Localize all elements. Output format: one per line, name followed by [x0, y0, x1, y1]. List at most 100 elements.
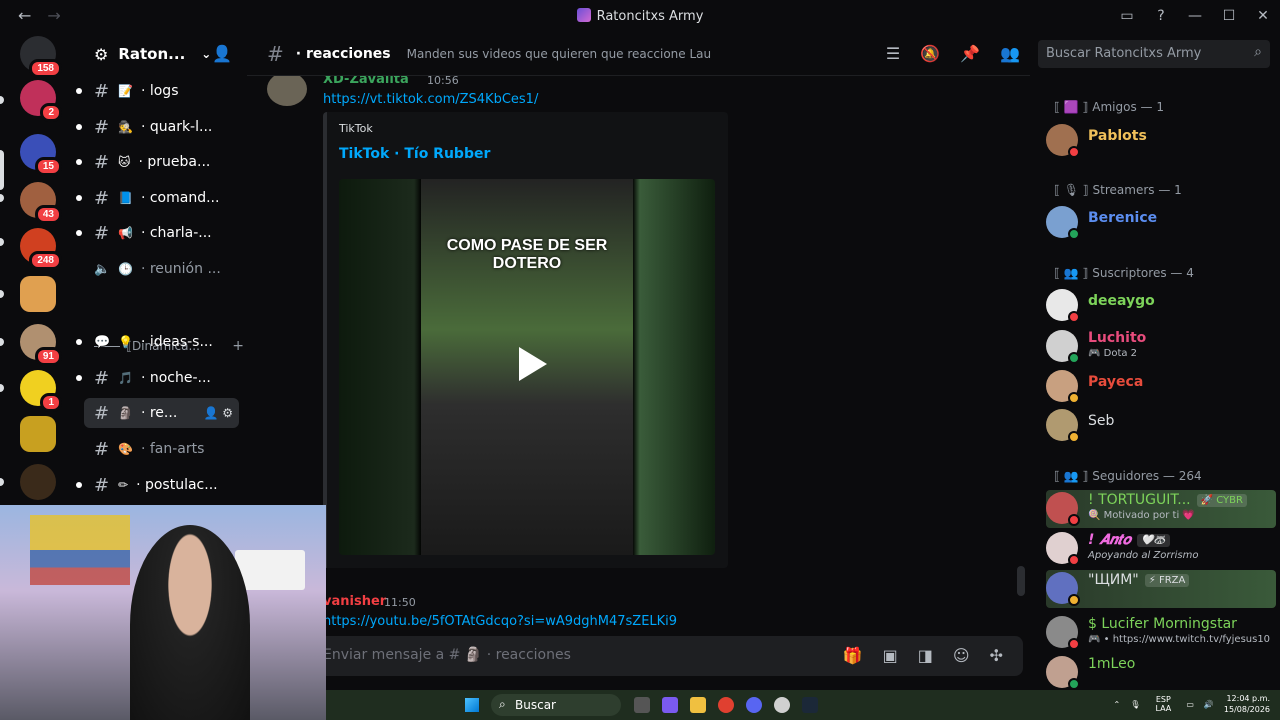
server-header[interactable]: ⚙ Raton... ⌄ 👤 — [72, 32, 247, 76]
channel-name: · reacciones — [295, 45, 391, 62]
channel-actions[interactable]: 👤 ⚙ — [203, 406, 233, 420]
server-name: Raton... — [118, 45, 186, 63]
gift-icon[interactable]: 🎁 — [843, 646, 863, 665]
channel-topic[interactable]: Manden sus videos que quieren que reacci… — [407, 47, 711, 61]
server-avatar[interactable]: 43 — [20, 182, 62, 224]
member-item[interactable]: Pablots — [1046, 122, 1276, 160]
help-icon[interactable]: ? — [1144, 8, 1178, 24]
play-icon[interactable] — [505, 339, 555, 389]
hash-icon: # — [94, 402, 110, 424]
language-indicator[interactable]: ESP LAA — [1150, 695, 1176, 713]
speaker-icon: 🔈 — [94, 261, 111, 277]
mention-badge: 2 — [40, 103, 62, 122]
server-avatar[interactable]: 248 — [20, 228, 62, 270]
copilot-icon[interactable] — [662, 697, 678, 713]
network-icon[interactable]: ▭ — [1186, 700, 1194, 709]
gif-icon[interactable]: ▣ — [883, 646, 898, 665]
microphone-icon[interactable]: 🎙 — [1130, 700, 1140, 709]
channel-prueba[interactable]: # 🐱 · prueba... — [84, 147, 239, 177]
apps-icon[interactable]: ✣ — [990, 646, 1003, 665]
server-avatar[interactable]: 2 — [20, 80, 62, 122]
member-item[interactable]: ! TORTUGUIT... 🚀 CYBR 🍭 Motivado por ti 💗 — [1046, 490, 1276, 528]
member-item[interactable]: Berenice — [1046, 204, 1276, 242]
embed-title[interactable]: TikTok · Tío Rubber — [339, 146, 490, 162]
pinned-messages-icon[interactable]: 📌 — [960, 44, 980, 63]
steam-icon[interactable] — [802, 697, 818, 713]
channel-charla[interactable]: # 📢 · charla-... — [84, 218, 239, 248]
hash-icon: # — [94, 116, 110, 138]
scrollbar[interactable] — [1017, 566, 1025, 596]
taskbar: ⌕ Buscar ⌃ 🎙 ESP LAA ▭ 🔊 12:04 p.m. 15/08/… — [326, 690, 1280, 720]
search-input[interactable]: Buscar Ratoncitxs Army ⌕ — [1038, 40, 1270, 68]
sticker-icon[interactable]: ◨ — [918, 646, 933, 665]
inbox-icon[interactable]: ▭ — [1110, 8, 1144, 24]
message-composer[interactable]: Enviar mensaje a # 🗿 · reacciones 🎁 ▣ ◨ … — [247, 636, 1023, 676]
voice-channel-reunion[interactable]: 🔈 🕒 · reunión ... — [84, 254, 239, 284]
message-author[interactable]: vanisher — [323, 594, 386, 609]
file-explorer-icon[interactable] — [690, 697, 706, 713]
channel-logs[interactable]: # 📝 · logs — [84, 76, 239, 106]
close-button[interactable]: ✕ — [1246, 8, 1280, 24]
composer-toolbar: 🎁 ▣ ◨ ☺ ✣ — [843, 646, 1003, 665]
notification-mute-icon[interactable]: 🔕 — [920, 44, 940, 63]
server-avatar[interactable]: 91 — [20, 324, 62, 366]
chevron-up-icon[interactable]: ⌃ — [1114, 700, 1121, 709]
volume-icon[interactable]: 🔊 — [1204, 700, 1214, 709]
avatar[interactable] — [267, 76, 307, 106]
server-avatar[interactable]: 15 — [20, 134, 62, 176]
task-view-icon[interactable] — [634, 697, 650, 713]
system-tray: ⌃ 🎙 ESP LAA ▭ 🔊 12:04 p.m. 15/08/2026 — [1114, 693, 1271, 715]
server-settings-icon: ⚙ — [94, 44, 109, 64]
video-player[interactable]: COMO PASE DE SER DOTERO — [339, 179, 715, 555]
guild-tag: 🚀 CYBR — [1196, 494, 1247, 507]
composer-placeholder: Enviar mensaje a # 🗿 · reacciones — [323, 647, 571, 663]
member-item[interactable]: $ Lucifer Morningstar 🎮 • https://www.twi… — [1046, 614, 1276, 652]
app-icon[interactable] — [774, 697, 790, 713]
channel-ideas[interactable]: 💬 💡 · ideas-s... — [84, 327, 239, 357]
webcam-overlay — [0, 505, 326, 720]
status-dnd-icon — [1068, 554, 1080, 566]
member-item[interactable]: Payeca — [1046, 368, 1276, 406]
window-title: Ratoncitxs Army — [0, 8, 1280, 24]
channel-comandos[interactable]: # 📘 · comand... — [84, 183, 239, 213]
channel-reacciones[interactable]: # 🗿 · re... 👤 ⚙ — [84, 398, 239, 428]
member-item[interactable]: "ЩИМ" ⚡ FRZA — [1046, 570, 1276, 608]
emoji-icon[interactable]: ☺ — [953, 646, 970, 665]
taskbar-search[interactable]: ⌕ Buscar — [491, 694, 621, 716]
invite-people-icon[interactable]: 👤 — [212, 44, 232, 63]
channel-noche[interactable]: # 🎵 · noche-... — [84, 363, 239, 393]
server-avatar[interactable]: 1 — [20, 370, 62, 412]
member-item[interactable]: Seb — [1046, 407, 1276, 445]
status-dnd-icon — [1068, 514, 1080, 526]
status-online-icon — [1068, 352, 1080, 364]
message-link[interactable]: https://vt.tiktok.com/ZS4KbCes1/ — [323, 92, 538, 107]
threads-icon[interactable]: ☰ — [886, 44, 900, 63]
channel-postulaciones[interactable]: # ✏ · postulac... — [84, 470, 239, 500]
hash-icon: # — [94, 474, 110, 496]
message-link[interactable]: https://youtu.be/5fOTAtGdcqo?si=wA9dghM4… — [323, 614, 677, 628]
member-item[interactable]: 1mLeo — [1046, 654, 1276, 688]
server-avatar[interactable] — [20, 416, 56, 452]
minimize-button[interactable]: — — [1178, 8, 1212, 24]
hash-icon: # — [94, 80, 110, 102]
member-item[interactable]: deeaygo — [1046, 287, 1276, 325]
member-category: ⟦ 👥 ⟧ Suscriptores — 4 — [1054, 266, 1194, 280]
channel-quark[interactable]: # 🕵 · quark-l... — [84, 112, 239, 142]
hash-icon: # — [94, 151, 110, 173]
server-avatar[interactable] — [20, 276, 56, 312]
discord-icon[interactable] — [746, 697, 762, 713]
maximize-button[interactable]: ☐ — [1212, 8, 1246, 24]
server-avatar[interactable] — [20, 464, 56, 500]
chrome-icon[interactable] — [718, 697, 734, 713]
member-item[interactable]: Luchito 🎮 Dota 2 — [1046, 328, 1276, 366]
clock[interactable]: 12:04 p.m. 15/08/2026 — [1224, 693, 1270, 715]
channel-fan-arts[interactable]: # 🎨 · fan-arts — [84, 434, 239, 464]
message-author[interactable]: XD-Zavalita — [323, 76, 409, 87]
member-list-icon[interactable]: 👥 — [1000, 44, 1020, 63]
member-item[interactable]: ! 𝑨𝒏𝒕𝒐 🤍🦝 Apoyando al Zorrismo — [1046, 530, 1276, 568]
guild-tag: 🤍🦝 — [1136, 534, 1170, 547]
discord-home-icon[interactable]: 158 — [20, 36, 62, 78]
header-toolbar: ☰ 🔕 📌 👥 — [886, 44, 1020, 63]
member-category: ⟦ 👥 ⟧ Seguidores — 264 — [1054, 469, 1202, 483]
windows-start-icon[interactable] — [465, 698, 479, 712]
